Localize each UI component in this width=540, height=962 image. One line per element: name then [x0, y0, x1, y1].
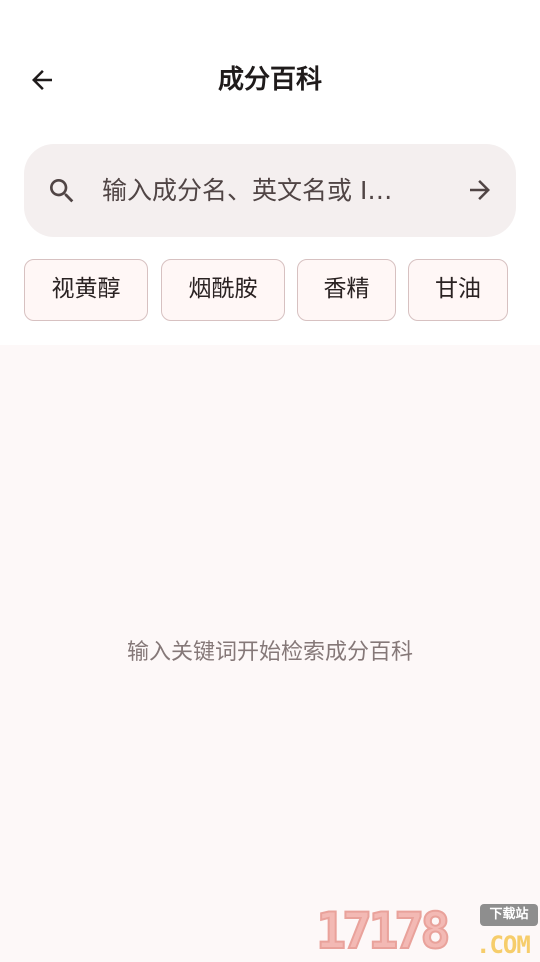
app-bar: 成分百科: [0, 48, 540, 112]
search-bar[interactable]: [24, 144, 516, 237]
watermark-domain: .COM: [476, 931, 531, 959]
search-icon: [50, 179, 74, 203]
header-area: 成分百科 视黄醇 烟酰胺 香精 甘油: [0, 0, 540, 345]
page-title: 成分百科: [217, 65, 322, 95]
chip-retinol[interactable]: 视黄醇: [24, 259, 148, 321]
watermark-digits: 17178: [315, 901, 451, 961]
search-input[interactable]: [102, 170, 438, 210]
empty-state-message: 输入关键词开始检索成分百科: [126, 640, 413, 665]
watermark-badge: 下载站: [480, 904, 538, 926]
watermark-logo: 17178 下载站 .COM: [315, 900, 540, 961]
chip-glycerin[interactable]: 甘油: [408, 259, 508, 321]
chip-niacinamide[interactable]: 烟酰胺: [161, 259, 285, 321]
search-submit-button[interactable]: [460, 170, 500, 210]
arrow-right-icon: [470, 180, 490, 200]
chip-fragrance[interactable]: 香精: [297, 259, 396, 321]
